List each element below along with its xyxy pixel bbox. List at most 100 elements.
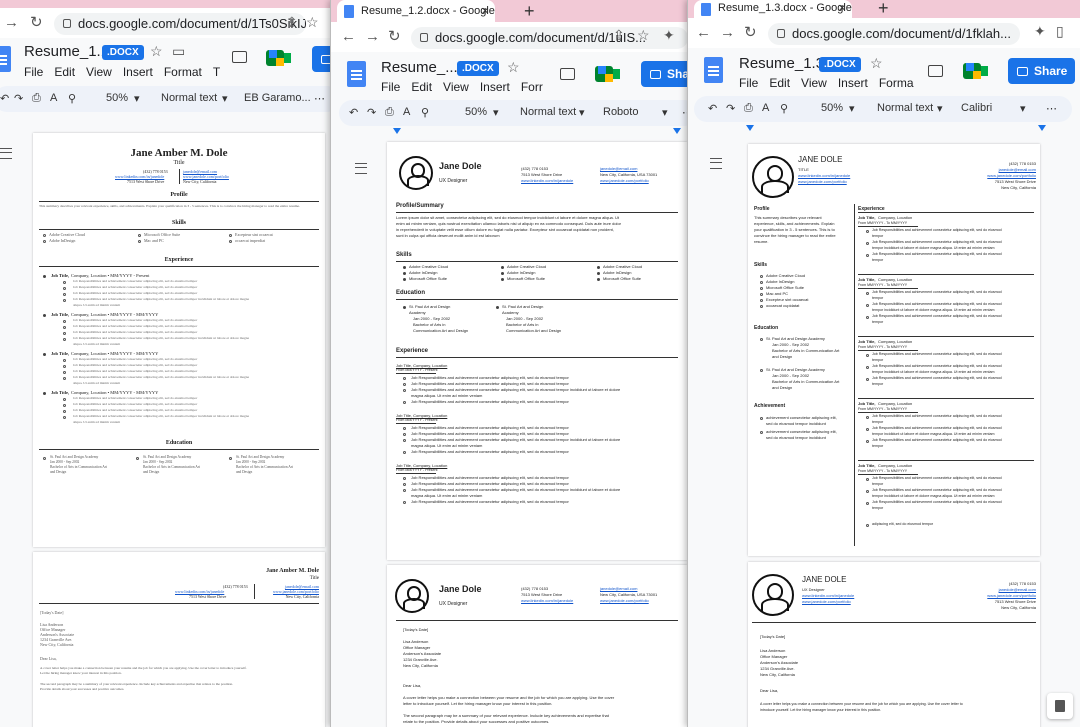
profile-picture-icon [399,156,433,190]
zoom-select[interactable]: 50% [106,92,128,104]
meet-icon[interactable] [266,48,296,68]
star-icon[interactable]: ☆ [870,55,883,72]
menu-format[interactable]: Forma [879,76,914,90]
comment-icon[interactable] [560,68,575,80]
style-select[interactable]: Normal text [877,102,933,114]
paint-format-icon[interactable]: ⚲ [421,106,429,119]
sidebar-panel-icon[interactable]: ▯ [1056,23,1064,40]
menu-edit[interactable]: Edit [769,76,790,90]
more-icon[interactable]: ⋯ [314,92,325,105]
comment-icon[interactable] [928,65,943,77]
menu-insert[interactable]: Insert [123,65,153,79]
more-icon[interactable]: ⋯ [1046,102,1057,115]
new-tab-icon[interactable]: + [878,0,889,17]
job-responsibility: Job Responsibilities and achievement con… [872,500,1002,504]
print-icon[interactable]: ⎙ [744,102,753,115]
move-folder-icon[interactable]: ▭ [172,43,185,60]
menu-format[interactable]: Forr [521,80,543,94]
menu-file[interactable]: File [739,76,758,90]
forward-icon[interactable]: → [365,28,380,46]
sub-bullet [63,326,66,329]
font-select[interactable]: Calibri [961,102,992,114]
back-icon[interactable]: ← [341,28,356,46]
redo-icon[interactable]: ↷ [14,92,23,105]
ruler[interactable] [331,127,687,137]
back-icon[interactable]: ← [696,24,711,42]
url-field[interactable]: docs.google.com/document/d/1fklah... [768,23,1020,45]
bookmark-star-icon[interactable]: ☆ [306,14,319,31]
extensions-icon[interactable]: ✦ [1034,23,1046,40]
outline-icon[interactable] [355,163,367,174]
menu-tools[interactable]: T [213,65,220,79]
spellcheck-icon[interactable]: A [50,92,57,104]
address-bar-row: → ↻ docs.google.com/document/d/1Ts0SikIJ… [0,8,330,38]
style-select[interactable]: Normal text [520,106,576,118]
menu-edit[interactable]: Edit [54,65,75,79]
share-button[interactable]: Shar [641,61,687,87]
menu-insert[interactable]: Insert [480,80,510,94]
menu-view[interactable]: View [801,76,827,90]
reload-icon[interactable]: ↻ [30,14,43,32]
share-page-icon[interactable]: ⇪ [286,14,298,31]
explore-icon[interactable] [1047,693,1073,719]
menu-file[interactable]: File [24,65,43,79]
reload-icon[interactable]: ↻ [388,28,401,46]
redo-icon[interactable]: ↷ [367,106,376,119]
meet-icon[interactable] [963,61,993,81]
browser-tab[interactable]: Resume_1.3.docx - Google Docs × [694,0,852,18]
outline-icon[interactable] [710,158,722,169]
new-tab-icon[interactable]: + [524,0,535,22]
spellcheck-icon[interactable]: A [403,106,410,118]
paint-format-icon[interactable]: ⚲ [68,92,76,105]
close-tab-icon[interactable]: × [838,0,846,16]
skill-bullet [760,305,763,308]
star-icon[interactable]: ☆ [150,43,163,60]
font-select[interactable]: EB Garamo... [244,92,311,104]
undo-icon[interactable]: ↶ [708,102,717,115]
reload-icon[interactable]: ↻ [744,24,757,42]
zoom-select[interactable]: 50% [465,106,487,118]
close-tab-icon[interactable]: × [481,0,489,22]
doc-title[interactable]: Resume_1.1 [24,43,109,60]
docs-logo-icon[interactable] [347,61,366,87]
docs-logo-icon[interactable] [0,46,11,72]
extensions-icon[interactable]: ✦ [663,27,675,44]
spellcheck-icon[interactable]: A [762,102,769,114]
document-canvas[interactable]: JANE DOLE TITLE (432) 778 0153 www.linke… [688,134,1080,727]
zoom-select[interactable]: 50% [821,102,843,114]
share-button[interactable]: Share [1008,58,1076,84]
redo-icon[interactable]: ↷ [726,102,735,115]
font-select[interactable]: Roboto [603,106,638,118]
doc-title[interactable]: Resume_1.3 [739,55,824,72]
bookmark-star-icon[interactable]: ☆ [637,27,650,44]
ruler[interactable] [0,116,330,126]
share-button[interactable] [312,46,330,72]
print-icon[interactable]: ⎙ [32,92,41,105]
edu-bullet [43,457,46,460]
menu-view[interactable]: View [443,80,469,94]
document-canvas[interactable]: Jane Dole UX Designer (432) 778 0153 jan… [331,137,687,727]
docs-logo-icon[interactable] [704,57,723,83]
document-canvas[interactable]: Jane Amber M. Dole Title (432) 778 0153 … [0,126,330,727]
star-icon[interactable]: ☆ [507,59,520,76]
forward-icon[interactable]: → [4,14,19,32]
meet-icon[interactable] [595,64,625,84]
outline-icon[interactable] [0,148,12,159]
menu-edit[interactable]: Edit [411,80,432,94]
share-page-icon[interactable]: ⇪ [613,27,625,44]
forward-icon[interactable]: → [720,24,735,42]
menu-format[interactable]: Format [164,65,202,79]
menu-insert[interactable]: Insert [838,76,868,90]
doc-title[interactable]: Resume_... [381,59,458,76]
menu-file[interactable]: File [381,80,400,94]
undo-icon[interactable]: ↶ [0,92,9,105]
undo-icon[interactable]: ↶ [349,106,358,119]
menu-view[interactable]: View [86,65,112,79]
browser-tab[interactable]: Resume_1.2.docx - Google Docs × [337,0,495,22]
url-field[interactable]: docs.google.com/document/d/1Ts0SikIJC... [54,13,306,35]
ruler[interactable] [688,124,1080,134]
style-select[interactable]: Normal text [161,92,217,104]
print-icon[interactable]: ⎙ [385,106,394,119]
paint-format-icon[interactable]: ⚲ [780,102,788,115]
comment-icon[interactable] [232,51,247,63]
